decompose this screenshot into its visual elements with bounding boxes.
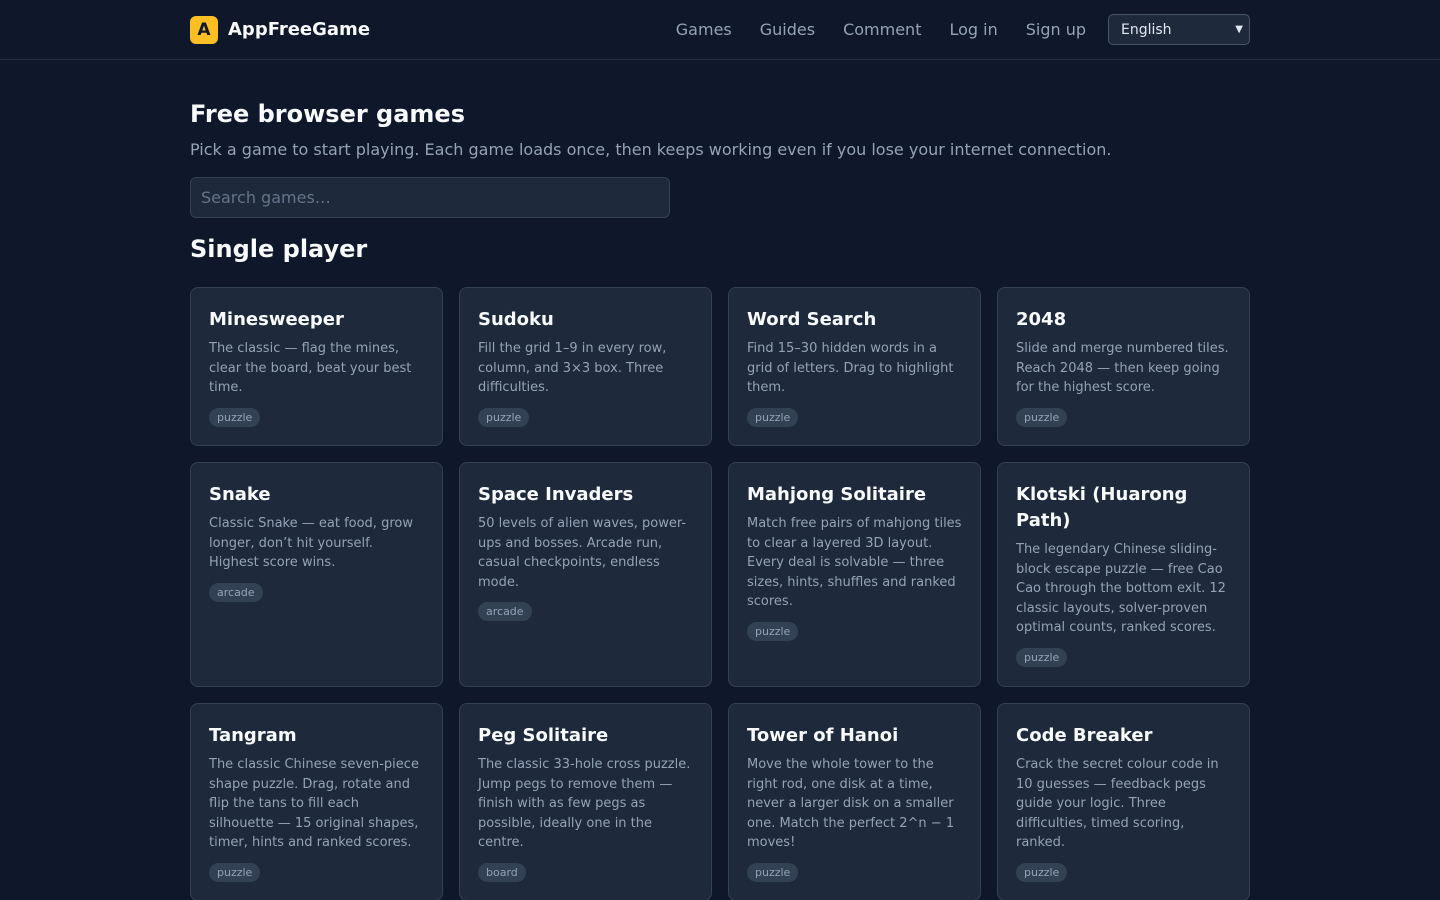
nav-sign-up[interactable]: Sign up [1026,20,1086,39]
game-description: The classic Chinese seven-piece shape pu… [209,757,419,850]
search-input[interactable]: Search games… [190,177,670,218]
game-description: Move the whole tower to the right rod, o… [747,757,955,850]
game-title: Sudoku [478,309,554,330]
main-nav: Games Guides Comment Log in Sign up Engl… [676,14,1250,45]
game-title: Word Search [747,309,877,330]
category-tag: puzzle [478,407,530,427]
nav-comment[interactable]: Comment [843,20,921,39]
brand-name: AppFreeGame [228,19,371,40]
game-title: Mahjong Solitaire [747,484,927,505]
logo-icon: A [190,15,218,44]
game-card-code-breaker[interactable]: Code Breaker Crack the secret colour cod… [997,703,1250,900]
game-description: Find 15–30 hidden words in a grid of let… [747,341,954,395]
search-placeholder: Search games… [201,188,331,207]
game-title: Klotski (Huarong Path) [1016,484,1188,531]
game-description: The legendary Chinese sliding-block esca… [1016,542,1226,635]
game-card-snake[interactable]: Snake Classic Snake — eat food, grow lon… [190,462,443,687]
game-description: The classic 33-hole cross puzzle. Jump p… [478,757,691,850]
category-tag: puzzle [747,407,799,427]
brand[interactable]: A AppFreeGame [190,15,371,44]
page-title: Free browser games [190,100,465,128]
game-title: Minesweeper [209,309,344,330]
game-title: Tangram [209,725,297,746]
game-title: 2048 [1016,309,1067,330]
category-tag: puzzle [1016,862,1068,882]
game-grid-row: Snake Classic Snake — eat food, grow lon… [190,462,1250,687]
top-bar-inner: A AppFreeGame Games Guides Comment Log i… [190,0,1250,59]
game-description: The classic — flag the mines, clear the … [209,341,412,395]
category-tag: puzzle [209,407,261,427]
game-title: Snake [209,484,271,505]
game-card-minesweeper[interactable]: Minesweeper The classic — flag the mines… [190,287,443,446]
game-title: Tower of Hanoi [747,725,899,746]
category-tag: puzzle [747,862,799,882]
game-card-sudoku[interactable]: Sudoku Fill the grid 1–9 in every row, c… [459,287,712,446]
game-description: Classic Snake — eat food, grow longer, d… [209,516,413,570]
game-card-tangram[interactable]: Tangram The classic Chinese seven-piece … [190,703,443,900]
category-tag: board [478,862,526,882]
game-card-klotski[interactable]: Klotski (Huarong Path) The legendary Chi… [997,462,1250,687]
game-card-peg-solitaire[interactable]: Peg Solitaire The classic 33-hole cross … [459,703,712,900]
game-description: Slide and merge numbered tiles. Reach 20… [1016,341,1229,395]
game-description: 50 levels of alien waves, power-ups and … [478,516,687,590]
game-title: Peg Solitaire [478,725,609,746]
category-tag: puzzle [1016,407,1068,427]
game-card-2048[interactable]: 2048 Slide and merge numbered tiles. Rea… [997,287,1250,446]
game-grid-row: Minesweeper The classic — flag the mines… [190,287,1250,446]
category-tag: arcade [209,582,263,602]
nav-games[interactable]: Games [676,20,732,39]
nav-log-in[interactable]: Log in [949,20,997,39]
main-content: Free browser games Pick a game to start … [190,100,1250,900]
game-title: Space Invaders [478,484,634,505]
category-tag: puzzle [209,862,261,882]
category-tag: puzzle [747,621,799,641]
game-card-tower-of-hanoi[interactable]: Tower of Hanoi Move the whole tower to t… [728,703,981,900]
section-title: Single player [190,235,368,263]
nav-guides[interactable]: Guides [760,20,815,39]
language-value: English [1121,21,1172,38]
category-tag: puzzle [1016,647,1068,667]
game-card-word-search[interactable]: Word Search Find 15–30 hidden words in a… [728,287,981,446]
category-tag: arcade [478,602,532,621]
game-card-mahjong-solitaire[interactable]: Mahjong Solitaire Match free pairs of ma… [728,462,981,687]
game-description: Fill the grid 1–9 in every row, column, … [478,341,667,395]
game-card-space-invaders[interactable]: Space Invaders 50 levels of alien waves,… [459,462,712,687]
game-description: Match free pairs of mahjong tiles to cle… [747,516,962,609]
language-select[interactable]: English ▼ [1108,14,1250,45]
game-description: Crack the secret colour code in 10 guess… [1016,757,1219,850]
page-subtitle: Pick a game to start playing. Each game … [190,140,1112,159]
game-grid-row: Tangram The classic Chinese seven-piece … [190,703,1250,900]
game-title: Code Breaker [1016,725,1153,746]
chevron-down-icon: ▼ [1235,24,1243,35]
top-bar: A AppFreeGame Games Guides Comment Log i… [0,0,1440,60]
